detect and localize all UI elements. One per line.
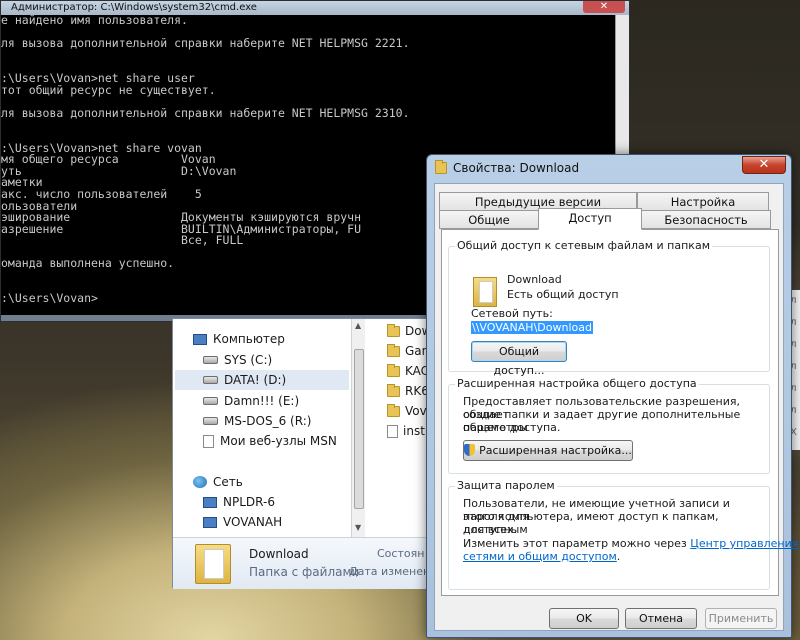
computer-icon	[203, 496, 217, 508]
file-item[interactable]: Gan	[387, 341, 429, 361]
scroll-down-icon[interactable]: ▼	[355, 523, 361, 532]
document-icon	[203, 434, 214, 448]
change-prefix: Изменить этот параметр можно через	[463, 537, 691, 550]
navigation-pane: Компьютер SYS (C:) DATA! (D:) Damn!!! (E…	[173, 319, 353, 537]
link-suffix: .	[616, 550, 621, 563]
system-drive-icon	[203, 356, 218, 364]
file-label: Vov	[405, 404, 427, 418]
folder-icon	[435, 160, 447, 174]
details-state-label: Состоян	[377, 547, 425, 560]
password-protection-group: Защита паролем Пользователи, не имеющие …	[448, 479, 798, 590]
nav-item-msn[interactable]: Мои веб-узлы MSN	[203, 431, 337, 451]
nav-item-vovanah[interactable]: VOVANAH	[203, 512, 282, 532]
nav-item-data-d[interactable]: DATA! (D:)	[175, 370, 349, 390]
cmd-line	[1, 119, 617, 131]
folder-icon	[387, 343, 400, 357]
network-center-link-2[interactable]: сетями и общим доступом	[463, 550, 617, 563]
file-item[interactable]: KAC	[387, 361, 429, 381]
drive-icon	[203, 417, 218, 425]
shared-item-name: Download	[507, 273, 562, 286]
nav-item-sys-c[interactable]: SYS (C:)	[203, 350, 272, 370]
tab-security[interactable]: Безопасность	[641, 210, 771, 229]
file-label: inst	[403, 424, 425, 438]
details-date-label: Дата изменен	[349, 565, 431, 578]
advanced-sharing-group: Расширенная настройка общего доступа Пре…	[448, 377, 770, 474]
tab-sharing[interactable]: Доступ	[538, 208, 642, 230]
dialog-close-button[interactable]: ✕	[742, 156, 786, 174]
network-icon	[193, 476, 207, 488]
group-title: Общий доступ к сетевым файлам и папкам	[455, 239, 712, 252]
folder-icon	[387, 323, 400, 337]
nav-label: Сеть	[213, 475, 243, 489]
network-center-link-1[interactable]: Центр управления	[690, 537, 798, 550]
net-path-label: Сетевой путь:	[471, 307, 553, 320]
shared-folder-icon	[473, 277, 497, 307]
net-path-value[interactable]: \\VOVANAH\Download	[471, 321, 593, 334]
details-type: Папка с файлами	[249, 565, 360, 579]
cmd-line: е найдено имя пользователя.	[1, 15, 188, 27]
folder-icon	[387, 403, 400, 417]
nav-label: Damn!!! (E:)	[224, 394, 300, 408]
apply-button[interactable]: Применить	[705, 608, 777, 629]
nav-label: MS-DOS_6 (R:)	[224, 414, 312, 428]
password-change-line: сетями и общим доступом.	[463, 550, 620, 563]
nav-label: Компьютер	[213, 332, 285, 346]
cmd-close-button[interactable]: ✕	[583, 1, 625, 13]
nav-item-npldr6[interactable]: NPLDR-6	[203, 492, 275, 512]
folder-large-icon	[195, 544, 231, 584]
file-item[interactable]: RK6	[387, 381, 429, 401]
nav-label: Мои веб-узлы MSN	[220, 434, 337, 448]
tab-general[interactable]: Общие	[439, 210, 539, 229]
cmd-title: Администратор: C:\Windows\system32\cmd.e…	[1, 1, 629, 15]
ok-button[interactable]: OK	[549, 608, 619, 629]
nav-scroll-thumb[interactable]	[354, 349, 364, 509]
cmd-line	[1, 50, 617, 62]
password-desc-line: для всех.	[463, 523, 518, 536]
dialog-body: Предыдущие версии Настройка Общие Доступ…	[434, 183, 798, 631]
sharing-tab-panel: Общий доступ к сетевым файлам и папкам D…	[441, 229, 798, 596]
uac-shield-icon	[464, 444, 476, 456]
file-item[interactable]: inst	[387, 421, 425, 441]
nav-label: VOVANAH	[223, 515, 283, 529]
network-sharing-group: Общий доступ к сетевым файлам и папкам D…	[448, 239, 770, 377]
details-name: Download	[249, 547, 309, 561]
nav-item-computer[interactable]: Компьютер	[193, 329, 285, 349]
share-button[interactable]: Общий доступ...	[471, 341, 567, 377]
drive-icon	[203, 397, 218, 405]
advanced-desc-line: общего доступа.	[463, 421, 561, 434]
properties-dialog[interactable]: Свойства: Download ✕ Предыдущие версии Н…	[426, 154, 798, 638]
nav-label: SYS (C:)	[224, 353, 273, 367]
computer-icon	[203, 516, 217, 528]
group-title: Расширенная настройка общего доступа	[455, 377, 699, 390]
folder-icon	[387, 383, 400, 397]
file-item[interactable]: Vov	[387, 401, 427, 421]
file-item[interactable]: Dow	[387, 321, 431, 341]
password-change-line: Изменить этот параметр можно через Центр…	[463, 537, 798, 550]
nav-label: DATA! (D:)	[224, 373, 287, 387]
cmd-line: тот общий ресурс не существует.	[1, 82, 216, 97]
dialog-titlebar: Свойства: Download	[435, 160, 580, 175]
cmd-line: ля вызова дополнительной справки наберит…	[1, 36, 410, 51]
advanced-button-label: Расширенная настройка...	[479, 444, 632, 457]
nav-item-network[interactable]: Сеть	[193, 472, 243, 492]
scroll-up-icon[interactable]: ▲	[355, 321, 361, 330]
nav-item-msdos-r[interactable]: MS-DOS_6 (R:)	[203, 411, 311, 431]
nav-item-damn-e[interactable]: Damn!!! (E:)	[203, 391, 299, 411]
cancel-button[interactable]: Отмена	[625, 608, 697, 629]
advanced-sharing-button[interactable]: Расширенная настройка...	[463, 440, 633, 461]
folder-icon	[387, 363, 400, 377]
computer-icon	[193, 333, 207, 345]
explorer-window[interactable]: Компьютер SYS (C:) DATA! (D:) Damn!!! (E…	[172, 318, 443, 589]
nav-scrollbar[interactable]: ▲ ▼	[351, 319, 365, 537]
shared-item-status: Есть общий доступ	[507, 288, 619, 301]
tab-customize[interactable]: Настройка	[637, 192, 769, 211]
details-pane: Download Папка с файлами Состоян Дата из…	[173, 537, 443, 589]
drive-icon	[203, 376, 218, 384]
document-icon	[387, 424, 398, 438]
dialog-title: Свойства: Download	[453, 161, 580, 175]
nav-label: NPLDR-6	[223, 495, 275, 509]
group-title: Защита паролем	[455, 479, 557, 492]
cmd-line: ля вызова дополнительной справки наберит…	[1, 105, 410, 120]
